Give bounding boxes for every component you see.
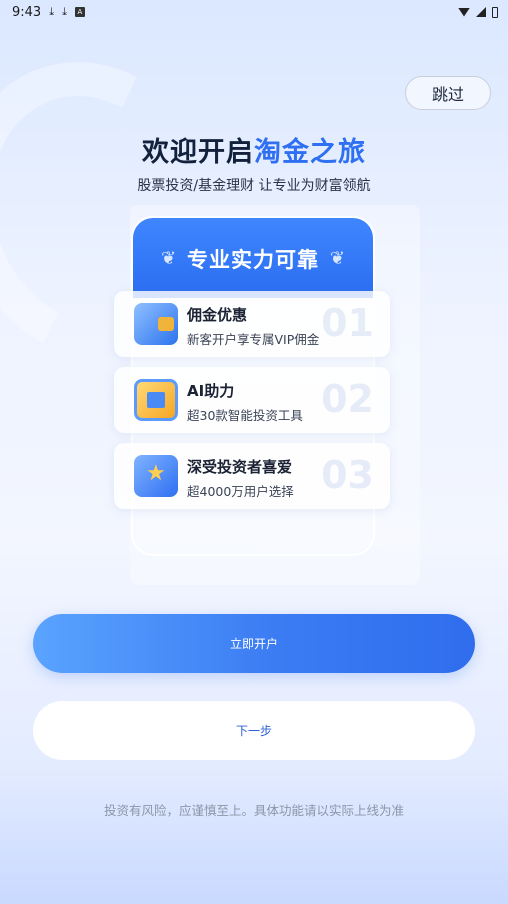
status-time: 9:43 — [12, 4, 42, 20]
title-welcome: 欢迎开启 — [142, 137, 254, 168]
feature-title: AI助力 — [187, 382, 235, 400]
feature-number: 03 — [321, 453, 374, 497]
wallet-icon — [134, 303, 178, 345]
star-badge-icon — [134, 455, 178, 497]
feature-desc: 超4000万用户选择 — [187, 484, 294, 499]
status-left: 9:43 ⤓ ⤓ A — [12, 5, 85, 20]
app-a-icon: A — [74, 7, 85, 17]
chip-icon — [134, 379, 178, 421]
phone-header: ❦ 专业实力可靠 ❦ — [133, 218, 373, 298]
skip-button[interactable]: 跳过 — [405, 76, 491, 110]
download-icon: ⤓ — [49, 5, 55, 18]
download-icon: ⤓ — [62, 5, 67, 18]
next-step-button[interactable]: 下一步 — [33, 701, 475, 760]
status-right — [458, 6, 498, 18]
feature-desc: 新客开户享专属VIP佣金 — [187, 332, 320, 347]
page-title: 欢迎开启淘金之旅 — [0, 130, 508, 169]
page-subtitle: 股票投资/基金理财 让专业为财富领航 — [137, 178, 371, 194]
open-account-button[interactable]: 立即开户 — [33, 614, 475, 673]
feature-number: 02 — [321, 377, 374, 421]
feature-item: 佣金优惠 新客开户享专属VIP佣金 01 — [114, 291, 390, 357]
battery-icon — [492, 6, 498, 18]
title-highlight: 淘金之旅 — [254, 137, 366, 168]
feature-title: 佣金优惠 — [187, 306, 248, 324]
laurel-right-icon: ❦ — [329, 248, 345, 269]
feature-desc: 超30款智能投资工具 — [187, 408, 303, 423]
feature-title: 深受投资者喜爱 — [187, 458, 293, 476]
feature-item: AI助力 超30款智能投资工具 02 — [114, 367, 390, 433]
signal-icon — [476, 7, 486, 17]
status-bar: 9:43 ⤓ ⤓ A — [0, 0, 508, 24]
wifi-icon — [458, 7, 470, 17]
feature-number: 01 — [321, 301, 374, 345]
feature-item: 深受投资者喜爱 超4000万用户选择 03 — [114, 443, 390, 509]
risk-disclaimer: 投资有风险，应谨慎至上。具体功能请以实际上线为准 — [103, 803, 404, 818]
